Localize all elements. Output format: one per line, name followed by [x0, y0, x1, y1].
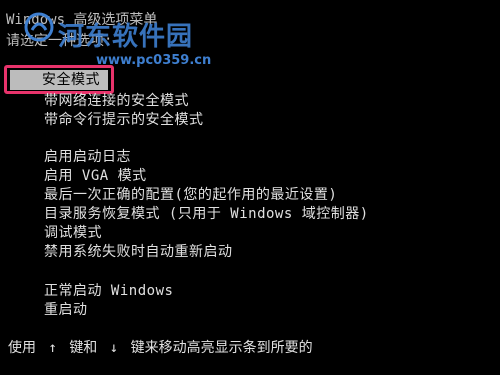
navigation-hint: 使用 ↑ 键和 ↓ 键来移动高亮显示条到所要的: [8, 339, 313, 357]
watermark-text: 河东软件园: [58, 22, 194, 52]
menu-item-directory-services-restore[interactable]: 目录服务恢复模式 (只用于 Windows 域控制器): [44, 205, 369, 223]
menu-item-safe-mode-command-prompt[interactable]: 带命令行提示的安全模式: [44, 111, 204, 129]
watermark-logo-icon: [24, 12, 54, 42]
menu-item-reboot[interactable]: 重启动: [44, 301, 88, 319]
hint-text-use: 使用: [8, 340, 36, 356]
menu-item-safe-mode-networking[interactable]: 带网络连接的安全模式: [44, 92, 189, 110]
hint-text-and: 键和: [69, 340, 98, 356]
hint-text-move: 键来移动高亮显示条到所要的: [130, 340, 313, 356]
site-watermark: 河东软件园 www.pc0359.cn: [24, 10, 254, 80]
arrow-up-icon: ↑: [48, 340, 57, 356]
boot-menu-screen: Windows 高级选项菜单 请选定一种选项: 安全模式 带网络连接的安全模式 …: [0, 0, 500, 375]
menu-item-start-normally[interactable]: 正常启动 Windows: [44, 282, 173, 300]
menu-item-disable-auto-restart[interactable]: 禁用系统失败时自动重新启动: [44, 243, 233, 261]
menu-item-vga-mode[interactable]: 启用 VGA 模式: [44, 167, 147, 185]
menu-item-boot-logging[interactable]: 启用启动日志: [44, 148, 131, 166]
watermark-url: www.pc0359.cn: [96, 53, 212, 68]
menu-item-debugging-mode[interactable]: 调试模式: [44, 224, 102, 242]
arrow-down-icon: ↓: [109, 340, 119, 356]
menu-item-last-known-good[interactable]: 最后一次正确的配置(您的起作用的最近设置): [44, 186, 337, 204]
